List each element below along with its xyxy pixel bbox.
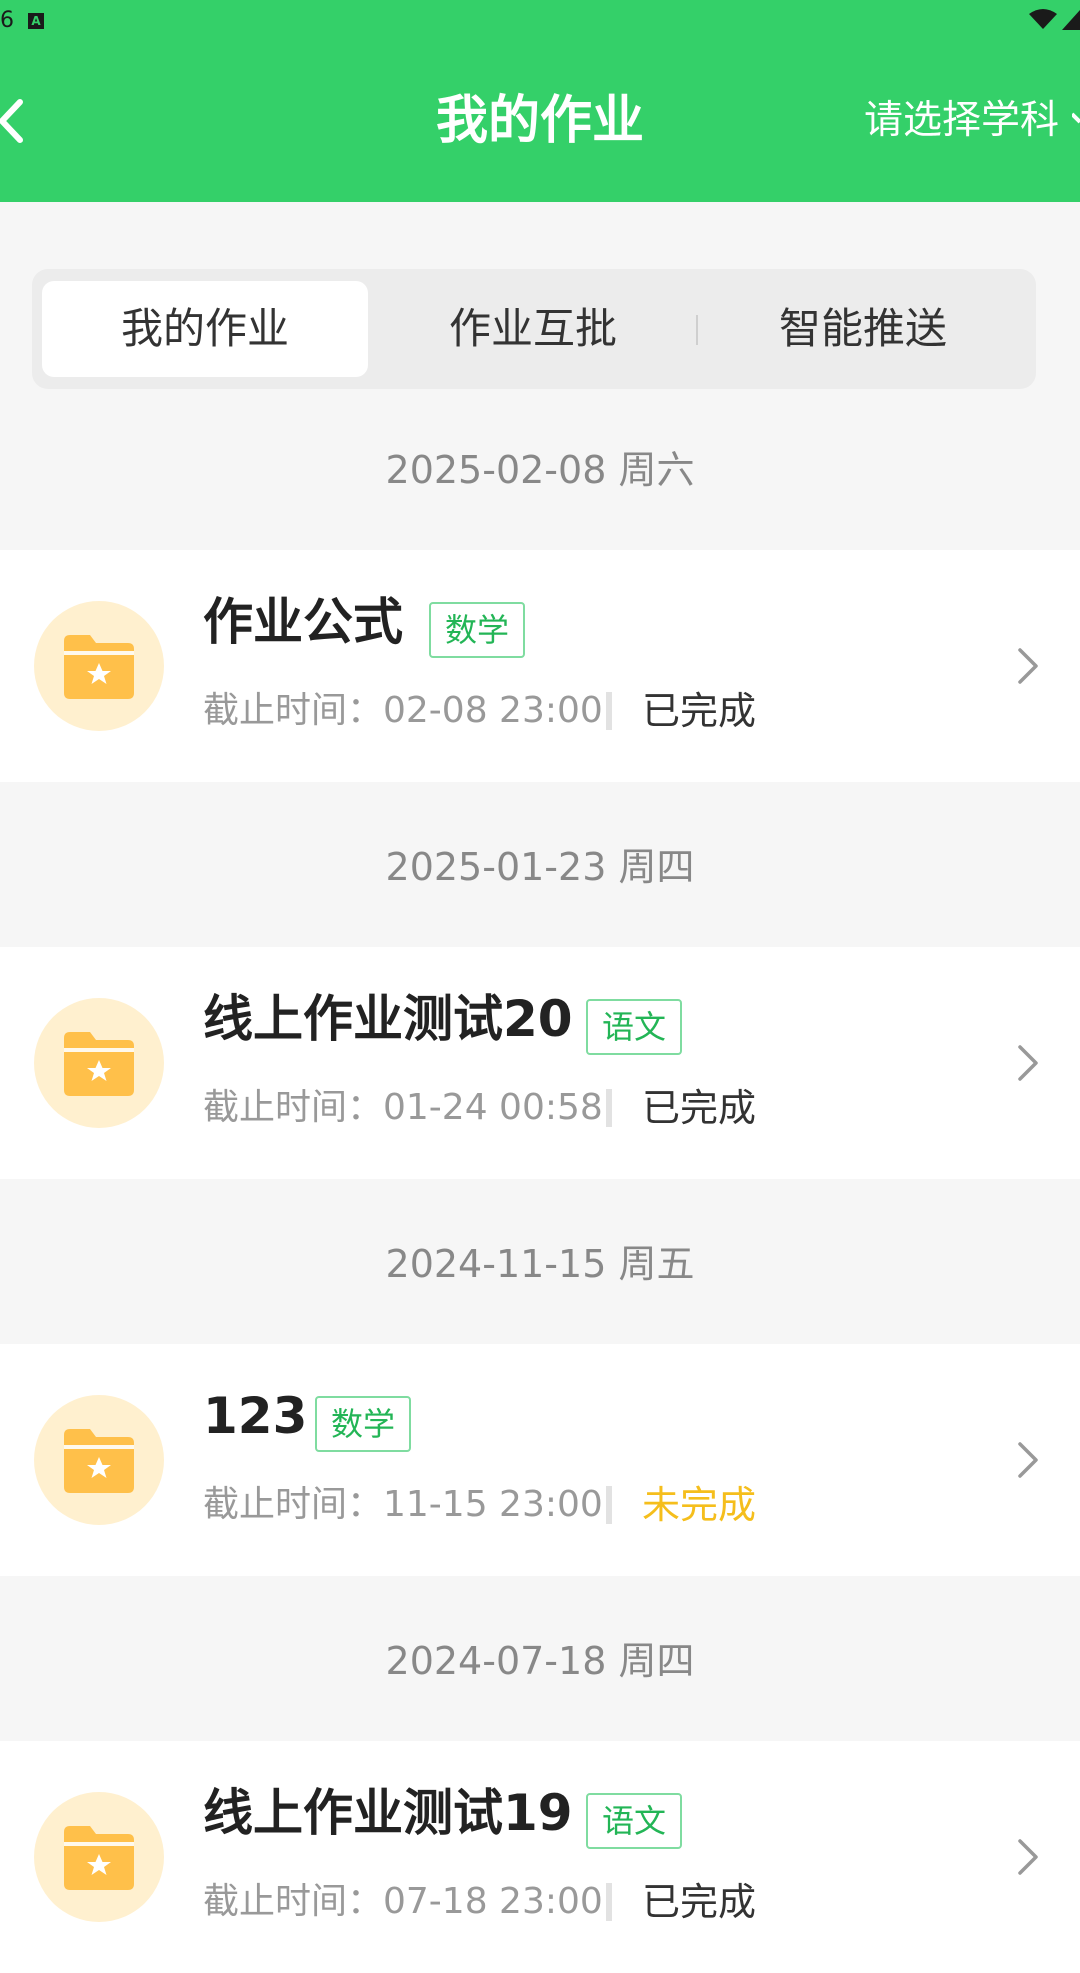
assignment-title: 线上作业测试20 — [203, 990, 573, 1048]
assignment-card[interactable]: 123 数学 截止时间：11-15 23:00 未完成 — [0, 1344, 1080, 1576]
wifi-icon — [1029, 9, 1057, 29]
separator — [606, 1089, 612, 1127]
app-header: 6 A 我的作业 请选择学科 — [0, 0, 1080, 202]
notification-a-icon: A — [28, 12, 44, 29]
separator — [606, 1486, 612, 1524]
subject-select-button[interactable]: 请选择学科 — [864, 96, 1059, 146]
subject-tag: 数学 — [315, 1396, 412, 1452]
assignment-card[interactable]: 线上作业测试19 语文 截止时间：07-18 23:00 已完成 — [0, 1741, 1080, 1973]
tab-switcher: 我的作业 作业互批 智能推送 — [32, 269, 1036, 389]
tab-my-homework[interactable]: 我的作业 — [42, 281, 368, 377]
completion-status: 已完成 — [642, 1086, 757, 1130]
folder-badge — [34, 1395, 164, 1525]
chevron-right-icon[interactable] — [1016, 1440, 1040, 1480]
dropdown-arrow-icon[interactable] — [1072, 110, 1080, 132]
signal-icon — [1062, 10, 1080, 30]
assignment-title: 线上作业测试19 — [203, 1784, 573, 1842]
folder-star-icon — [64, 635, 134, 699]
chevron-right-icon[interactable] — [1016, 646, 1040, 686]
status-left-text: 6 — [0, 8, 14, 33]
completion-status: 未完成 — [642, 1483, 757, 1527]
date-header: 2024-11-15 周五 — [385, 1242, 695, 1286]
status-bar: 6 A — [0, 0, 1080, 42]
folder-star-icon — [64, 1429, 134, 1493]
deadline-text: 截止时间：01-24 00:58 — [203, 1087, 603, 1128]
chevron-right-icon[interactable] — [1016, 1043, 1040, 1083]
folder-badge — [34, 998, 164, 1128]
date-header: 2024-07-18 周四 — [385, 1639, 695, 1683]
subject-tag: 数学 — [429, 602, 526, 658]
assignment-title: 作业公式 — [203, 593, 403, 651]
tab-divider — [696, 315, 698, 345]
separator — [606, 692, 612, 730]
assignment-card[interactable]: 线上作业测试20 语文 截止时间：01-24 00:58 已完成 — [0, 947, 1080, 1179]
date-header: 2025-01-23 周四 — [385, 845, 695, 889]
subject-tag: 语文 — [586, 999, 683, 1055]
completion-status: 已完成 — [642, 689, 757, 733]
tab-smart-push[interactable]: 智能推送 — [700, 281, 1026, 377]
deadline-text: 截止时间：02-08 23:00 — [203, 690, 603, 731]
folder-star-icon — [64, 1826, 134, 1890]
assignment-card[interactable]: 作业公式 数学 截止时间：02-08 23:00 已完成 — [0, 550, 1080, 782]
assignment-title: 123 — [203, 1387, 308, 1445]
separator — [606, 1883, 612, 1921]
folder-star-icon — [64, 1032, 134, 1096]
subject-tag: 语文 — [586, 1793, 683, 1849]
date-header: 2025-02-08 周六 — [385, 448, 695, 492]
status-right — [1028, 8, 1080, 30]
deadline-text: 截止时间：11-15 23:00 — [203, 1484, 603, 1525]
status-left: 6 A — [0, 8, 44, 33]
folder-badge — [34, 601, 164, 731]
chevron-right-icon[interactable] — [1016, 1837, 1040, 1877]
tab-peer-review[interactable]: 作业互批 — [370, 281, 696, 377]
folder-badge — [34, 1792, 164, 1922]
